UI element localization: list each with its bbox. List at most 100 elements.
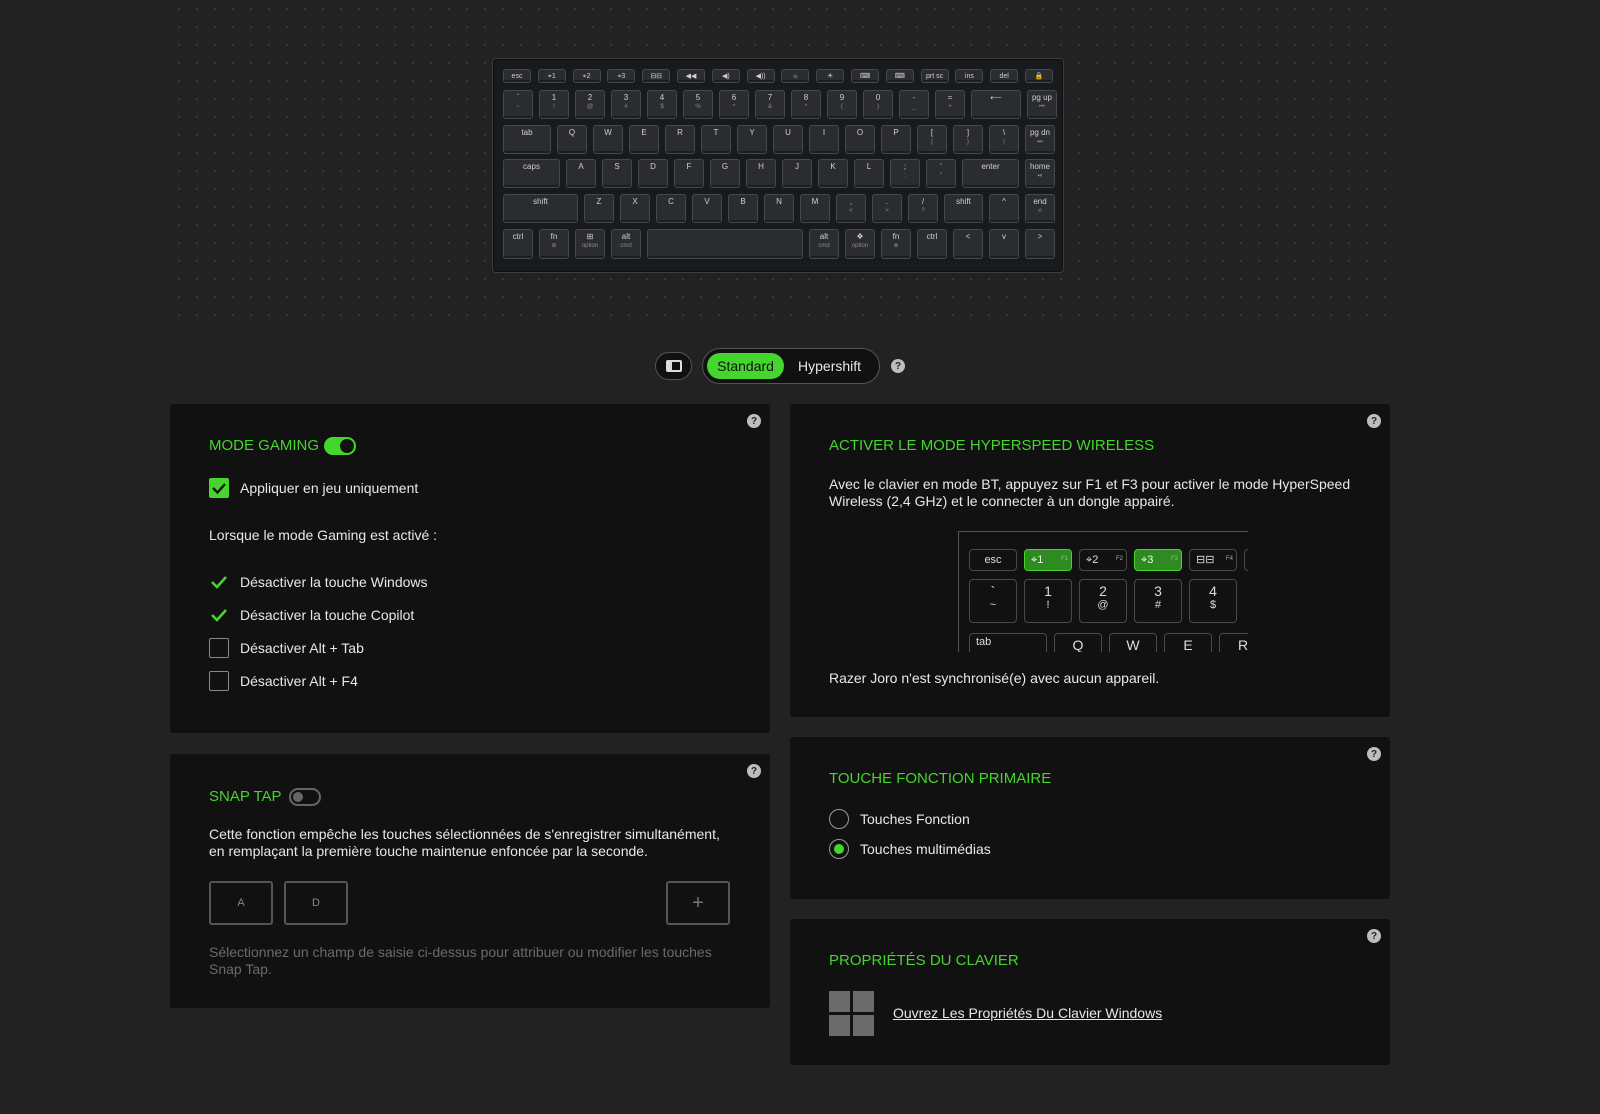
key-fn-3[interactable]: ⌖3 F3 bbox=[607, 69, 636, 83]
key-num-2[interactable]: 2 @ bbox=[575, 90, 605, 119]
key-a-3[interactable]: D bbox=[638, 159, 668, 188]
key-z-7[interactable]: M bbox=[800, 194, 830, 223]
key-a-4[interactable]: F bbox=[674, 159, 704, 188]
key-num-4[interactable]: 4 $ bbox=[647, 90, 677, 119]
key-a-0[interactable]: caps bbox=[503, 159, 560, 188]
key-q-4[interactable]: R bbox=[665, 125, 695, 154]
key-a-5[interactable]: G bbox=[710, 159, 740, 188]
key-a-7[interactable]: J bbox=[782, 159, 812, 188]
key-z-0[interactable]: shift bbox=[503, 194, 578, 223]
key-z-12[interactable]: ^ bbox=[989, 194, 1019, 223]
key-bottom-8[interactable]: ctrl bbox=[917, 229, 947, 259]
add-snap-key-button[interactable]: + bbox=[666, 881, 730, 925]
open-windows-keyboard-properties-link[interactable]: Ouvrez Les Propriétés Du Clavier Windows bbox=[893, 1005, 1162, 1021]
key-q-11[interactable]: [{ bbox=[917, 125, 947, 154]
key-z-1[interactable]: Z bbox=[584, 194, 614, 223]
key-bottom-2[interactable]: ⊞ option bbox=[575, 229, 605, 259]
key-z-10[interactable]: /? bbox=[908, 194, 938, 223]
key-q-12[interactable]: ]} bbox=[953, 125, 983, 154]
key-q-10[interactable]: P bbox=[881, 125, 911, 154]
key-z-2[interactable]: X bbox=[620, 194, 650, 223]
help-icon[interactable]: ? bbox=[1367, 929, 1381, 943]
key-a-8[interactable]: K bbox=[818, 159, 848, 188]
key-q-8[interactable]: I bbox=[809, 125, 839, 154]
key-q-3[interactable]: E bbox=[629, 125, 659, 154]
key-q-7[interactable]: U bbox=[773, 125, 803, 154]
key-q-5[interactable]: T bbox=[701, 125, 731, 154]
tab-hypershift[interactable]: Hypershift bbox=[784, 353, 875, 379]
key-q-14[interactable]: pg dn ⏭ bbox=[1025, 125, 1055, 154]
key-num-14[interactable]: pg up ⏮ bbox=[1027, 90, 1057, 119]
key-a-9[interactable]: L bbox=[854, 159, 884, 188]
key-bottom-7[interactable]: fn ⊕ bbox=[881, 229, 911, 259]
help-icon[interactable]: ? bbox=[747, 764, 761, 778]
key-q-1[interactable]: Q bbox=[557, 125, 587, 154]
key-fn-0[interactable]: esc bbox=[503, 69, 531, 83]
key-z-9[interactable]: . > bbox=[872, 194, 902, 223]
key-num-10[interactable]: 0) bbox=[863, 90, 893, 119]
key-bottom-6[interactable]: ❖ option bbox=[845, 229, 875, 259]
key-num-3[interactable]: 3 # bbox=[611, 90, 641, 119]
help-icon[interactable]: ? bbox=[1367, 747, 1381, 761]
key-bottom-11[interactable]: > bbox=[1025, 229, 1055, 259]
key-bottom-5[interactable]: alt cmd bbox=[809, 229, 839, 259]
key-num-7[interactable]: 7 & bbox=[755, 90, 785, 119]
gaming-mode-toggle[interactable] bbox=[324, 437, 356, 455]
key-q-0[interactable]: tab bbox=[503, 125, 551, 154]
help-icon[interactable]: ? bbox=[747, 414, 761, 428]
key-num-12[interactable]: = + bbox=[935, 90, 965, 119]
key-z-3[interactable]: C bbox=[656, 194, 686, 223]
key-fn-14[interactable]: del bbox=[990, 69, 1019, 83]
key-a-13[interactable]: home ⏯ bbox=[1025, 159, 1055, 188]
key-q-9[interactable]: O bbox=[845, 125, 875, 154]
key-fn-12[interactable]: prt sc F12 bbox=[920, 69, 949, 83]
snap-key-a[interactable]: A bbox=[209, 881, 273, 925]
key-a-12[interactable]: enter bbox=[962, 159, 1019, 188]
key-fn-1[interactable]: ⌖1 F1 bbox=[537, 69, 566, 83]
key-z-6[interactable]: N bbox=[764, 194, 794, 223]
key-z-13[interactable]: end ≤ bbox=[1025, 194, 1055, 223]
check-icon[interactable] bbox=[210, 573, 228, 591]
key-q-13[interactable]: \ | bbox=[989, 125, 1019, 154]
key-q-6[interactable]: Y bbox=[737, 125, 767, 154]
key-z-4[interactable]: V bbox=[692, 194, 722, 223]
key-bottom-3[interactable]: alt cmd bbox=[611, 229, 641, 259]
key-num-9[interactable]: 9( bbox=[827, 90, 857, 119]
key-fn-11[interactable]: ⌨ F11 bbox=[885, 69, 914, 83]
key-num-0[interactable]: ` ~ bbox=[503, 90, 533, 119]
key-bottom-10[interactable]: v bbox=[989, 229, 1019, 259]
check-icon[interactable] bbox=[210, 606, 228, 624]
option-alt-tab-checkbox[interactable] bbox=[209, 638, 229, 658]
key-fn-10[interactable]: ⌨ F10 bbox=[851, 69, 879, 83]
key-num-11[interactable]: - _ bbox=[899, 90, 929, 119]
key-num-13[interactable]: ⟵ bbox=[971, 90, 1021, 119]
apply-in-game-checkbox[interactable] bbox=[209, 478, 229, 498]
key-num-8[interactable]: 8 * bbox=[791, 90, 821, 119]
key-q-2[interactable]: W bbox=[593, 125, 623, 154]
radio-function-keys[interactable] bbox=[829, 809, 849, 829]
snap-tap-toggle[interactable] bbox=[289, 788, 321, 806]
radio-multimedia-keys[interactable] bbox=[829, 839, 849, 859]
key-num-1[interactable]: 1! bbox=[539, 90, 569, 119]
key-fn-13[interactable]: ins bbox=[955, 69, 984, 83]
tab-standard[interactable]: Standard bbox=[707, 353, 785, 379]
key-fn-4[interactable]: ⊟⊟ F4 bbox=[642, 69, 671, 83]
key-bottom-9[interactable]: < bbox=[953, 229, 983, 259]
key-num-6[interactable]: 6 ^ bbox=[719, 90, 749, 119]
key-fn-9[interactable]: ☀ F9 bbox=[816, 69, 845, 83]
key-fn-8[interactable]: ☼ F8 bbox=[781, 69, 810, 83]
layout-toggle-button[interactable] bbox=[655, 352, 692, 380]
option-alt-f4-checkbox[interactable] bbox=[209, 671, 229, 691]
key-z-8[interactable]: , < bbox=[836, 194, 866, 223]
key-num-5[interactable]: 5% bbox=[683, 90, 713, 119]
help-icon[interactable]: ? bbox=[1367, 414, 1381, 428]
key-bottom-4[interactable] bbox=[647, 229, 803, 259]
key-fn-6[interactable]: ◀) F6 bbox=[711, 69, 740, 83]
key-fn-15[interactable]: 🔒 bbox=[1025, 69, 1053, 83]
key-z-11[interactable]: shift bbox=[944, 194, 983, 223]
key-a-2[interactable]: S bbox=[602, 159, 632, 188]
help-icon[interactable]: ? bbox=[891, 359, 905, 373]
key-z-5[interactable]: B bbox=[728, 194, 758, 223]
key-bottom-0[interactable]: ctrl bbox=[503, 229, 533, 259]
key-bottom-1[interactable]: fn ⊕ bbox=[539, 229, 569, 259]
